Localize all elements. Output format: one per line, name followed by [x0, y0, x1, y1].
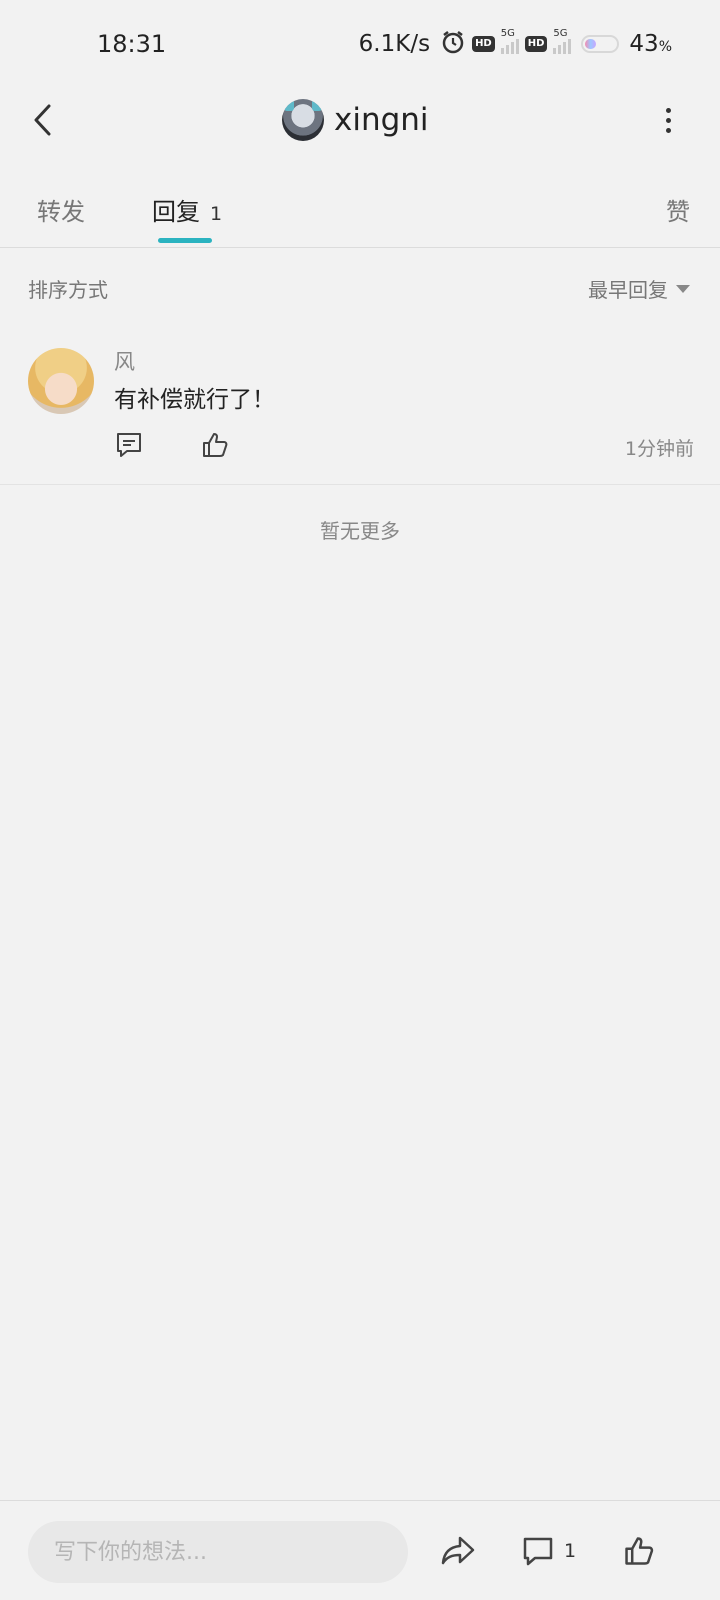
- chevron-left-icon: [34, 104, 51, 136]
- thumbs-up-icon: [625, 1537, 654, 1565]
- network-type-2: 5G: [553, 28, 568, 39]
- sort-selected: 最早回复: [588, 278, 668, 302]
- more-options-button[interactable]: [656, 96, 680, 144]
- hd-badge: HD: [472, 36, 495, 52]
- hd-badge-2: HD: [524, 36, 548, 52]
- comment-input[interactable]: [28, 1521, 408, 1583]
- battery-icon: [581, 35, 620, 53]
- comment-count: 1: [564, 1540, 577, 1562]
- comments-button[interactable]: 1: [522, 1531, 576, 1571]
- tab-like[interactable]: 赞: [666, 192, 690, 227]
- more-vertical-icon: [665, 107, 671, 113]
- bottom-action-bar: 1: [0, 1500, 720, 1600]
- tab-forward[interactable]: 转发: [37, 192, 85, 227]
- active-tab-indicator: [158, 238, 212, 243]
- comment-text: 有补偿就行了！: [114, 387, 275, 413]
- share-button[interactable]: [440, 1531, 476, 1571]
- network-speed: 6.1K/s: [358, 31, 431, 57]
- battery-percent: 43%: [629, 31, 672, 57]
- tab-reply-label: 回复: [152, 198, 200, 226]
- author-avatar[interactable]: [282, 99, 324, 141]
- no-more-label: 暂无更多: [320, 519, 400, 543]
- post-author[interactable]: xingni: [282, 98, 429, 142]
- like-button[interactable]: [622, 1531, 656, 1571]
- comment-item: 风 有补偿就行了！ 1分钟前: [0, 330, 720, 485]
- share-icon: [441, 1536, 475, 1565]
- sort-label: 排序方式: [28, 278, 108, 302]
- tab-reply[interactable]: 回复 1: [152, 192, 222, 227]
- status-bar: 18:31 6.1K/s HD 5G HD 5G 43%: [0, 0, 720, 90]
- sort-row: 排序方式 最早回复: [0, 272, 720, 308]
- commenter-avatar[interactable]: [28, 348, 94, 414]
- comment-icon: [523, 1537, 553, 1566]
- signal-icon-2: 5G: [553, 28, 572, 54]
- tab-reply-count: 1: [210, 203, 223, 225]
- sort-dropdown[interactable]: 最早回复: [588, 274, 690, 303]
- tab-bar: 转发 回复 1 赞: [0, 178, 720, 248]
- network-type: 5G: [500, 28, 515, 39]
- back-button[interactable]: [22, 96, 62, 144]
- status-icons: 6.1K/s HD 5G HD 5G 43%: [359, 28, 672, 60]
- thumbs-up-icon[interactable]: [200, 430, 230, 460]
- top-app-bar: xingni: [0, 90, 720, 152]
- commenter-name[interactable]: 风: [114, 346, 135, 376]
- comment-reply-icon[interactable]: [114, 430, 144, 460]
- caret-down-icon: [676, 284, 690, 293]
- status-time: 18:31: [97, 30, 167, 58]
- signal-icon: 5G: [500, 28, 519, 54]
- alarm-icon: [440, 29, 466, 59]
- comment-actions: 1分钟前: [114, 430, 694, 464]
- comment-timestamp: 1分钟前: [624, 438, 694, 460]
- author-username[interactable]: xingni: [334, 102, 429, 138]
- battery-fill: [585, 39, 597, 49]
